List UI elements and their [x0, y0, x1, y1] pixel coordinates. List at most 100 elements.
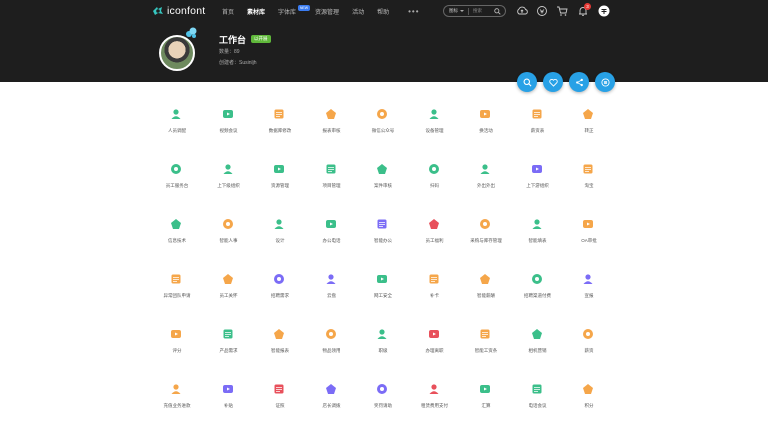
subsidy-icon — [222, 385, 233, 393]
search-type-select[interactable]: 图标 — [449, 8, 464, 14]
nav-activities[interactable]: 活动 — [352, 7, 364, 16]
icon-label: 数据库修改 — [268, 128, 292, 133]
icon-card[interactable]: 云盘 — [304, 267, 360, 307]
icon-card[interactable]: 智能报表 — [252, 322, 308, 362]
menu-icon — [600, 77, 610, 87]
icon-card[interactable]: 设备管理 — [407, 102, 463, 142]
chat-icon — [531, 329, 542, 339]
icon-card[interactable]: 换活动 — [458, 102, 514, 142]
coin-icon[interactable] — [536, 5, 548, 17]
icon-card[interactable]: 异常团队申请 — [149, 267, 205, 307]
avatar-decoration-icon — [186, 27, 197, 38]
more-menu[interactable]: ••• — [408, 7, 419, 16]
hr-icon — [222, 219, 233, 229]
icon-card[interactable]: 宣报 — [561, 267, 617, 307]
icon-card[interactable]: 员工服务台 — [149, 157, 205, 197]
icon-card[interactable]: 积分 — [561, 377, 617, 417]
icon-card[interactable]: 员工福利 — [407, 212, 463, 252]
icon-card[interactable]: 办理离职 — [407, 322, 463, 362]
favorite-button[interactable] — [543, 72, 563, 92]
icon-card[interactable]: 补贴 — [201, 377, 257, 417]
icon-card[interactable]: 转正 — [561, 102, 617, 142]
icon-card[interactable]: 上下级组织 — [201, 157, 257, 197]
icon-card[interactable]: 智能办公 — [355, 212, 411, 252]
icon-card[interactable]: 充值业务进款 — [149, 377, 205, 417]
icon-card[interactable]: 员工关怀 — [201, 267, 257, 307]
icon-card[interactable]: 网工安全 — [355, 267, 411, 307]
icon-card[interactable]: 微信公众号 — [355, 102, 411, 142]
icon-card[interactable]: 电话会议 — [510, 377, 566, 417]
icon-card[interactable]: 招聘需求 — [252, 267, 308, 307]
icon-card[interactable]: 汇算 — [458, 377, 514, 417]
upload-icon[interactable] — [516, 5, 528, 17]
iconfont-logo[interactable]: iconfont — [152, 4, 205, 18]
icon-card[interactable]: 项目管理 — [304, 157, 360, 197]
taobao-icon — [583, 164, 593, 174]
icon-card[interactable]: 报表审核 — [304, 102, 360, 142]
avatar[interactable] — [159, 35, 195, 71]
icon-card[interactable]: 数据库修改 — [252, 102, 308, 142]
icon-card[interactable]: 店长调拨 — [304, 377, 360, 417]
icon-card[interactable]: 外出外出 — [458, 157, 514, 197]
icon-label: 薪资表 — [530, 128, 545, 133]
nav-resources[interactable]: 资源管理 — [315, 7, 339, 16]
cart-icon[interactable] — [556, 5, 568, 17]
icon-card[interactable]: 评分 — [149, 322, 205, 362]
monitor-icon — [171, 219, 181, 229]
icon-card[interactable]: 证照 — [252, 377, 308, 417]
icon-card[interactable]: 产品需求 — [201, 322, 257, 362]
search-icon[interactable] — [494, 7, 501, 15]
search-action-button[interactable] — [517, 72, 537, 92]
case-icon — [377, 164, 387, 174]
icon-card[interactable]: 办公电话 — [304, 212, 360, 252]
icon-card[interactable]: 上下游组织 — [510, 157, 566, 197]
icon-card[interactable]: 案件审核 — [355, 157, 411, 197]
search-box[interactable]: 图标 搜索 — [443, 5, 506, 17]
share-button[interactable] — [569, 72, 589, 92]
search-input[interactable]: 搜索 — [473, 8, 494, 14]
icon-card[interactable]: 资源管理 — [252, 157, 308, 197]
user-menu-icon[interactable] — [598, 5, 610, 17]
nav-home[interactable]: 首页 — [222, 7, 234, 16]
icon-card[interactable]: 淘宝 — [561, 157, 617, 197]
icon-card[interactable]: 人员调配 — [149, 102, 205, 142]
score-icon — [171, 330, 181, 338]
icon-card[interactable]: 相机营销 — [510, 322, 566, 362]
icon-card[interactable]: 智能填表 — [510, 212, 566, 252]
icon-card[interactable]: 设计 — [252, 212, 308, 252]
wechat-icon — [377, 109, 387, 119]
icon-label: 招聘渠道付费 — [524, 293, 551, 298]
icon-card[interactable]: 智能工资条 — [458, 322, 514, 362]
device-icon — [429, 109, 438, 119]
icon-label: 报表审核 — [322, 128, 341, 133]
points-icon — [583, 384, 593, 394]
robot-icon — [377, 219, 387, 229]
settings-button[interactable] — [595, 72, 615, 92]
approve-icon — [583, 220, 593, 228]
icon-card[interactable]: 智能人事 — [201, 212, 257, 252]
user-check-icon — [583, 109, 593, 119]
icon-card[interactable]: 招聘渠道付费 — [510, 267, 566, 307]
icon-card[interactable]: 物品领用 — [304, 322, 360, 362]
icon-card[interactable]: 薪资表 — [510, 102, 566, 142]
icon-card[interactable]: 职级 — [355, 322, 411, 362]
nav-help[interactable]: 帮助 — [377, 7, 389, 16]
nav-assets[interactable]: 素材库 — [247, 7, 265, 16]
icon-card[interactable]: 采购与库存管理 — [458, 212, 514, 252]
icon-card[interactable]: 薪资 — [561, 322, 617, 362]
icon-card[interactable]: 信息技术 — [149, 212, 205, 252]
slip-icon — [480, 329, 490, 339]
icon-card[interactable]: 视频会议 — [201, 102, 257, 142]
icon-card[interactable]: 智能薪酬 — [458, 267, 514, 307]
icon-card[interactable]: 租赁费用支付 — [407, 377, 463, 417]
icon-card[interactable]: 奖罚请助 — [355, 377, 411, 417]
icon-label: 职级 — [378, 348, 388, 353]
nav-fonts[interactable]: 字体库 NEW — [278, 4, 311, 16]
icon-card[interactable]: 补卡 — [407, 267, 463, 307]
icon-card[interactable]: OA审批 — [561, 212, 617, 252]
icon-card[interactable]: 扫码 — [407, 157, 463, 197]
shield-icon — [377, 275, 387, 283]
search-divider — [468, 7, 469, 15]
icon-label: 招聘需求 — [271, 293, 289, 298]
icon-label: 积分 — [584, 403, 594, 408]
